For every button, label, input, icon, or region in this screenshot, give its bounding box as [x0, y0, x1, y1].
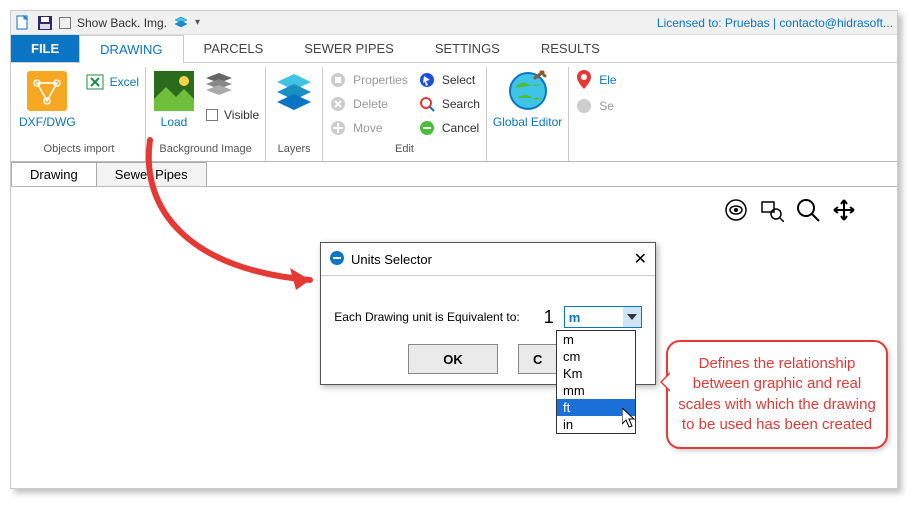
- pin-icon: [575, 71, 593, 89]
- units-combobox[interactable]: m: [564, 306, 642, 328]
- option-m[interactable]: m: [557, 331, 635, 348]
- show-back-img-checkbox[interactable]: [59, 17, 71, 29]
- layers-stack-icon[interactable]: [206, 73, 259, 100]
- file-menu[interactable]: FILE: [11, 35, 79, 62]
- new-icon[interactable]: [15, 15, 31, 31]
- cancel-icon: [418, 119, 436, 137]
- annotation-callout: Defines the relationship between graphic…: [666, 340, 888, 449]
- cursor-icon: [622, 408, 640, 430]
- properties-icon: [329, 71, 347, 89]
- tab-parcels[interactable]: PARCELS: [184, 35, 285, 62]
- pan-tool[interactable]: [831, 197, 857, 223]
- arrow-annotation: [130, 130, 350, 300]
- layers-button[interactable]: [272, 69, 316, 113]
- main-menu: FILE DRAWING PARCELS SEWER PIPES SETTING…: [11, 35, 897, 63]
- view-tab-drawing[interactable]: Drawing: [11, 162, 97, 186]
- delete-icon: [329, 95, 347, 113]
- dialog-value: 1: [530, 307, 554, 328]
- dialog-close-button[interactable]: ✕: [634, 249, 647, 269]
- group-global-editor: Global Editor: [487, 67, 569, 161]
- se-button[interactable]: Se: [575, 97, 616, 115]
- visible-checkbox[interactable]: Visible: [206, 108, 259, 122]
- show-back-img-label: Show Back. Img.: [77, 16, 167, 30]
- option-cm[interactable]: cm: [557, 348, 635, 365]
- eye-tool[interactable]: [723, 197, 749, 223]
- qat-dropdown-icon[interactable]: ▾: [195, 17, 200, 28]
- chevron-down-icon: [623, 307, 641, 327]
- globe-icon: [506, 69, 550, 113]
- global-editor-button[interactable]: Global Editor: [493, 69, 562, 129]
- properties-button[interactable]: Properties: [329, 71, 408, 89]
- tab-settings[interactable]: SETTINGS: [415, 35, 521, 62]
- license-info: Licensed to: Pruebas | contacto@hidrasof…: [657, 16, 893, 30]
- save-icon[interactable]: [37, 15, 53, 31]
- circle-icon: [575, 97, 593, 115]
- tab-drawing[interactable]: DRAWING: [79, 35, 183, 63]
- option-mm[interactable]: mm: [557, 382, 635, 399]
- zoom-tool[interactable]: [795, 197, 821, 223]
- select-icon: [418, 71, 436, 89]
- excel-button[interactable]: Excel: [86, 73, 139, 91]
- search-icon: [418, 95, 436, 113]
- layers-icon: [272, 69, 316, 113]
- tab-sewer-pipes[interactable]: SEWER PIPES: [284, 35, 415, 62]
- group-objects-import: DXF/DWG Excel Objects import: [13, 67, 146, 161]
- load-button[interactable]: Load: [152, 69, 196, 129]
- option-km[interactable]: Km: [557, 365, 635, 382]
- cancel-button[interactable]: Cancel: [418, 119, 480, 137]
- dxf-dwg-button[interactable]: DXF/DWG: [19, 69, 76, 129]
- dialog-prompt: Each Drawing unit is Equivalent to:: [334, 310, 519, 324]
- delete-button[interactable]: Delete: [329, 95, 408, 113]
- ok-button[interactable]: OK: [408, 344, 498, 374]
- excel-icon: [86, 73, 104, 91]
- group-right-truncated: Ele Se: [569, 67, 622, 161]
- dialog-title: Units Selector: [351, 252, 432, 267]
- dxf-icon: [25, 69, 69, 113]
- ele-button[interactable]: Ele: [575, 71, 616, 89]
- select-button[interactable]: Select: [418, 71, 480, 89]
- layers-toggle-icon[interactable]: [173, 15, 189, 31]
- tab-results[interactable]: RESULTS: [521, 35, 621, 62]
- zoom-rect-tool[interactable]: [759, 197, 785, 223]
- search-button[interactable]: Search: [418, 95, 480, 113]
- load-image-icon: [152, 69, 196, 113]
- title-bar: Show Back. Img. ▾ Licensed to: Pruebas |…: [11, 11, 897, 35]
